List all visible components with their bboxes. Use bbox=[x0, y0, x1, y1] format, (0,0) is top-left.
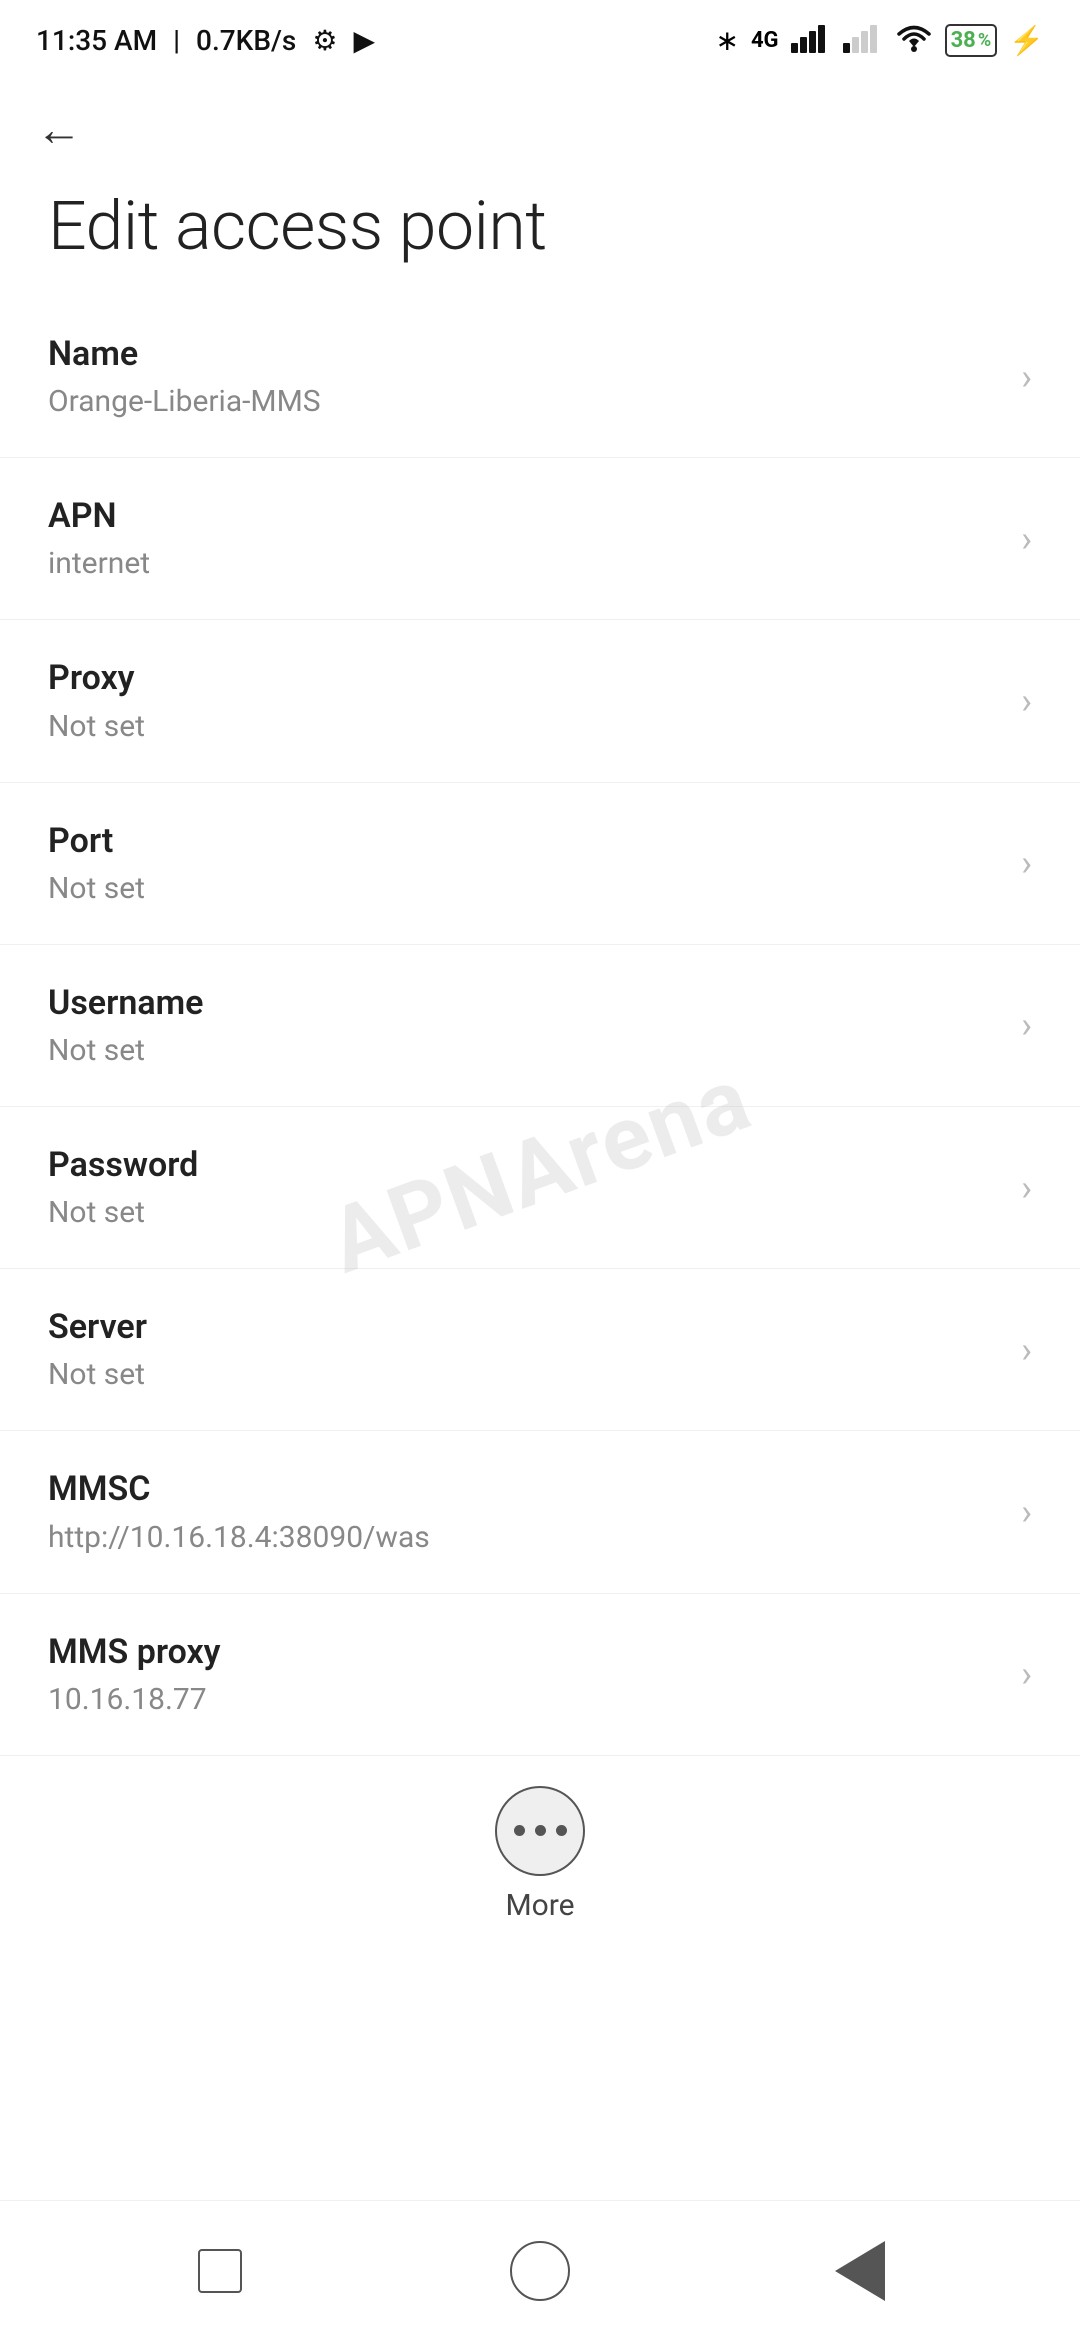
port-value: Not set bbox=[48, 869, 1001, 908]
recent-apps-button[interactable] bbox=[170, 2231, 270, 2311]
page-title: Edit access point bbox=[0, 166, 1080, 296]
port-label: Port bbox=[48, 819, 1001, 863]
home-icon bbox=[510, 2241, 570, 2301]
apn-chevron-icon: › bbox=[1021, 518, 1032, 560]
battery-indicator: 38 % bbox=[945, 24, 998, 57]
name-label: Name bbox=[48, 332, 1001, 376]
mms-proxy-item[interactable]: MMS proxy 10.16.18.77 › bbox=[0, 1594, 1080, 1756]
password-item[interactable]: Password Not set › bbox=[0, 1107, 1080, 1269]
username-chevron-icon: › bbox=[1021, 1004, 1032, 1046]
username-item[interactable]: Username Not set › bbox=[0, 945, 1080, 1107]
apn-text: APN internet bbox=[48, 494, 1001, 583]
username-value: Not set bbox=[48, 1031, 1001, 1070]
mmsc-label: MMSC bbox=[48, 1467, 1001, 1511]
mms-proxy-chevron-icon: › bbox=[1021, 1653, 1032, 1695]
username-label: Username bbox=[48, 981, 1001, 1025]
battery-percent: % bbox=[978, 30, 991, 51]
password-chevron-icon: › bbox=[1021, 1167, 1032, 1209]
signal2-icon bbox=[843, 23, 883, 57]
back-nav-icon bbox=[835, 2241, 885, 2301]
status-right: ∗ 4G bbox=[715, 23, 1044, 57]
username-text: Username Not set bbox=[48, 981, 1001, 1070]
video-icon: ▶ bbox=[353, 24, 375, 57]
port-text: Port Not set bbox=[48, 819, 1001, 908]
back-arrow-icon: ← bbox=[36, 102, 82, 156]
more-dots-icon bbox=[514, 1825, 567, 1836]
mmsc-chevron-icon: › bbox=[1021, 1491, 1032, 1533]
settings-list: Name Orange-Liberia-MMS › APN internet ›… bbox=[0, 296, 1080, 1756]
apn-value: internet bbox=[48, 544, 1001, 583]
server-label: Server bbox=[48, 1305, 1001, 1349]
back-nav-button[interactable] bbox=[810, 2231, 910, 2311]
speed-display: 0.7KB/s bbox=[196, 24, 296, 57]
mms-proxy-label: MMS proxy bbox=[48, 1630, 1001, 1674]
settings-icon: ⚙ bbox=[312, 24, 337, 57]
back-area: ← bbox=[0, 72, 1080, 166]
server-chevron-icon: › bbox=[1021, 1329, 1032, 1371]
mmsc-text: MMSC http://10.16.18.4:38090/was bbox=[48, 1467, 1001, 1556]
mms-proxy-value: 10.16.18.77 bbox=[48, 1680, 1001, 1719]
proxy-item[interactable]: Proxy Not set › bbox=[0, 620, 1080, 782]
signal-icon bbox=[791, 23, 831, 57]
recent-apps-icon bbox=[198, 2249, 242, 2293]
server-item[interactable]: Server Not set › bbox=[0, 1269, 1080, 1431]
password-text: Password Not set bbox=[48, 1143, 1001, 1232]
server-text: Server Not set bbox=[48, 1305, 1001, 1394]
name-text: Name Orange-Liberia-MMS bbox=[48, 332, 1001, 421]
mmsc-value: http://10.16.18.4:38090/was bbox=[48, 1518, 1001, 1557]
proxy-text: Proxy Not set bbox=[48, 656, 1001, 745]
more-area: More bbox=[0, 1756, 1080, 1943]
proxy-value: Not set bbox=[48, 707, 1001, 746]
apn-label: APN bbox=[48, 494, 1001, 538]
mmsc-item[interactable]: MMSC http://10.16.18.4:38090/was › bbox=[0, 1431, 1080, 1593]
password-label: Password bbox=[48, 1143, 1001, 1187]
bluetooth-icon: ∗ bbox=[715, 24, 738, 57]
name-chevron-icon: › bbox=[1021, 356, 1032, 398]
back-button[interactable]: ← bbox=[36, 102, 82, 156]
port-chevron-icon: › bbox=[1021, 842, 1032, 884]
network-4g-icon: 4G bbox=[751, 28, 779, 53]
mms-proxy-text: MMS proxy 10.16.18.77 bbox=[48, 1630, 1001, 1719]
more-button[interactable] bbox=[495, 1786, 585, 1876]
status-bar: 11:35 AM | 0.7KB/s ⚙ ▶ ∗ 4G bbox=[0, 0, 1080, 72]
name-value: Orange-Liberia-MMS bbox=[48, 382, 1001, 421]
server-value: Not set bbox=[48, 1355, 1001, 1394]
password-value: Not set bbox=[48, 1193, 1001, 1232]
separator: | bbox=[173, 24, 180, 57]
home-button[interactable] bbox=[490, 2231, 590, 2311]
wifi-icon bbox=[895, 23, 933, 57]
apn-item[interactable]: APN internet › bbox=[0, 458, 1080, 620]
proxy-chevron-icon: › bbox=[1021, 680, 1032, 722]
name-item[interactable]: Name Orange-Liberia-MMS › bbox=[0, 296, 1080, 458]
navigation-bar bbox=[0, 2200, 1080, 2340]
more-label: More bbox=[505, 1888, 574, 1923]
proxy-label: Proxy bbox=[48, 656, 1001, 700]
time-display: 11:35 AM bbox=[36, 24, 157, 57]
battery-level: 38 bbox=[951, 28, 976, 53]
charging-icon: ⚡ bbox=[1009, 24, 1044, 57]
status-left: 11:35 AM | 0.7KB/s ⚙ ▶ bbox=[36, 24, 375, 57]
port-item[interactable]: Port Not set › bbox=[0, 783, 1080, 945]
